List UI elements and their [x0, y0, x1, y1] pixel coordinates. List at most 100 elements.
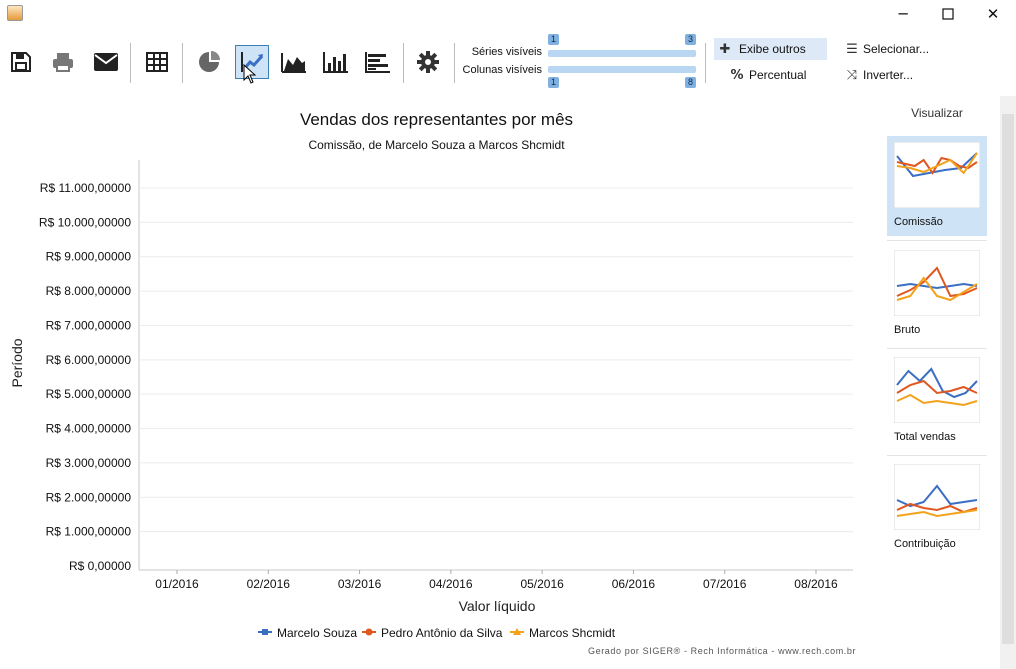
print-button[interactable] [46, 45, 80, 79]
x-tick-label: 07/2016 [703, 577, 747, 591]
y-tick-label: R$ 0,00000 [69, 559, 131, 573]
legend-label: Pedro Antônio da Silva [381, 626, 503, 640]
panel-scrollbar[interactable] [1000, 96, 1016, 669]
thumbnail-separator [887, 240, 987, 241]
x-tick-label: 06/2016 [612, 577, 656, 591]
column-chart-button[interactable] [319, 45, 353, 79]
y-tick-label: R$ 11.000,00000 [40, 181, 132, 195]
thumbnail-background [894, 250, 980, 316]
toolbar-separator [454, 43, 455, 83]
toolbar: Séries visíveis Colunas visíveis 1 3 1 8… [0, 34, 1016, 90]
app-window: ─ ✕ Séries visíveis Colunas visíveis 1 3… [0, 0, 1016, 669]
thumbnail-separator [887, 455, 987, 456]
scrollbar-thumb[interactable] [1002, 114, 1014, 644]
legend-marker-circle [365, 628, 373, 636]
email-button[interactable] [89, 45, 123, 79]
invert-label: Inverter... [863, 68, 914, 82]
thumbnail-separator [887, 348, 987, 349]
thumbnail-label: Comissão [894, 216, 943, 228]
thumbnail-chart-icon [894, 142, 980, 208]
thumbnail-chart-icon [894, 464, 980, 530]
print-icon [53, 53, 73, 72]
maximize-button[interactable] [925, 0, 971, 28]
toolbar-separator [182, 43, 183, 83]
columns-range-slider[interactable] [548, 66, 696, 73]
x-tick-label: 04/2016 [429, 577, 473, 591]
y-tick-label: R$ 9.000,00000 [46, 250, 132, 264]
x-axis-label: Valor líquido [459, 598, 536, 614]
y-tick-label: R$ 7.000,00000 [46, 318, 132, 332]
series-min-handle[interactable]: 1 [548, 34, 559, 45]
minimize-button[interactable]: ─ [880, 0, 926, 28]
percent-icon: % [730, 67, 744, 83]
legend-label: Marcelo Souza [277, 626, 357, 640]
bar-chart-icon [365, 52, 390, 73]
series-range-slider[interactable] [548, 50, 696, 57]
show-others-label: Exibe outros [739, 42, 806, 56]
plus-icon: ✚ [719, 41, 731, 57]
y-tick-label: R$ 8.000,00000 [46, 284, 132, 298]
y-tick-label: R$ 5.000,00000 [46, 387, 132, 401]
thumbnail-label: Contribuição [894, 538, 956, 550]
percent-button[interactable]: % Percentual [726, 64, 806, 86]
java-app-icon [7, 5, 23, 21]
table-icon [146, 52, 168, 72]
thumbnail-label: Total vendas [894, 431, 956, 443]
table-view-button[interactable] [140, 45, 174, 79]
settings-button[interactable] [411, 45, 445, 79]
visualize-thumbnail[interactable]: Bruto [887, 244, 987, 344]
x-tick-label: 02/2016 [247, 577, 291, 591]
show-others-button[interactable]: ✚ Exibe outros [714, 38, 827, 60]
series-visible-label: Séries visíveis [471, 46, 542, 58]
column-chart-icon [323, 52, 348, 73]
legend-marker-square [262, 629, 268, 635]
area-chart-button[interactable] [277, 45, 311, 79]
thumbnail-label: Bruto [894, 324, 921, 336]
invert-button[interactable]: ⤨ Inverter... [841, 64, 913, 86]
gear-icon [417, 51, 439, 73]
columns-visible-label: Colunas visíveis [462, 64, 542, 76]
pie-chart-button[interactable] [192, 45, 226, 79]
pie-chart-icon [199, 51, 220, 72]
bar-chart-button[interactable] [361, 45, 395, 79]
y-axis-label: Período [9, 338, 25, 387]
legend-label: Marcos Shcmidt [529, 626, 616, 640]
x-tick-label: 05/2016 [520, 577, 564, 591]
shuffle-icon: ⤨ [846, 67, 858, 83]
y-tick-label: R$ 1.000,00000 [46, 525, 132, 539]
visualize-thumbnail[interactable]: Comissão [887, 136, 987, 236]
y-tick-label: R$ 10.000,00000 [39, 215, 131, 229]
columns-min-handle[interactable]: 1 [548, 77, 559, 88]
save-button[interactable] [4, 45, 38, 79]
thumbnail-background [894, 464, 980, 530]
toolbar-separator [403, 43, 404, 83]
y-tick-label: R$ 3.000,00000 [46, 456, 132, 470]
y-tick-label: R$ 2.000,00000 [46, 490, 132, 504]
select-label: Selecionar... [863, 42, 930, 56]
y-tick-label: R$ 4.000,00000 [46, 422, 132, 436]
thumbnail-background [894, 142, 980, 208]
line-chart: R$ 0,00000 R$ 1.000,00000 R$ 2.000,00000 R$… [9, 160, 853, 640]
toolbar-separator [705, 43, 706, 83]
maximize-icon [942, 8, 954, 20]
columns-max-handle[interactable]: 8 [685, 77, 696, 88]
close-button[interactable]: ✕ [970, 0, 1016, 28]
list-icon: ☰ [846, 41, 858, 57]
x-tick-label: 03/2016 [338, 577, 382, 591]
thumbnail-chart-icon [894, 250, 980, 316]
visualize-thumbnail[interactable]: Contribuição [887, 458, 987, 558]
percent-label: Percentual [749, 68, 807, 82]
title-bar: ─ ✕ [0, 0, 1016, 28]
toolbar-separator [130, 43, 131, 83]
select-button[interactable]: ☰ Selecionar... [841, 38, 929, 60]
series-max-handle[interactable]: 3 [685, 34, 696, 45]
mouse-cursor-icon [243, 64, 257, 84]
thumbnail-chart-icon [894, 357, 980, 423]
save-icon [11, 52, 31, 72]
footer-credit: Gerado por SIGER® - Rech Informática - w… [588, 646, 857, 656]
visualize-panel-title: Visualizar [911, 106, 963, 120]
visualize-thumbnail[interactable]: Total vendas [887, 351, 987, 451]
email-icon [94, 53, 118, 71]
x-tick-label: 01/2016 [155, 577, 199, 591]
x-tick-label: 08/2016 [794, 577, 838, 591]
